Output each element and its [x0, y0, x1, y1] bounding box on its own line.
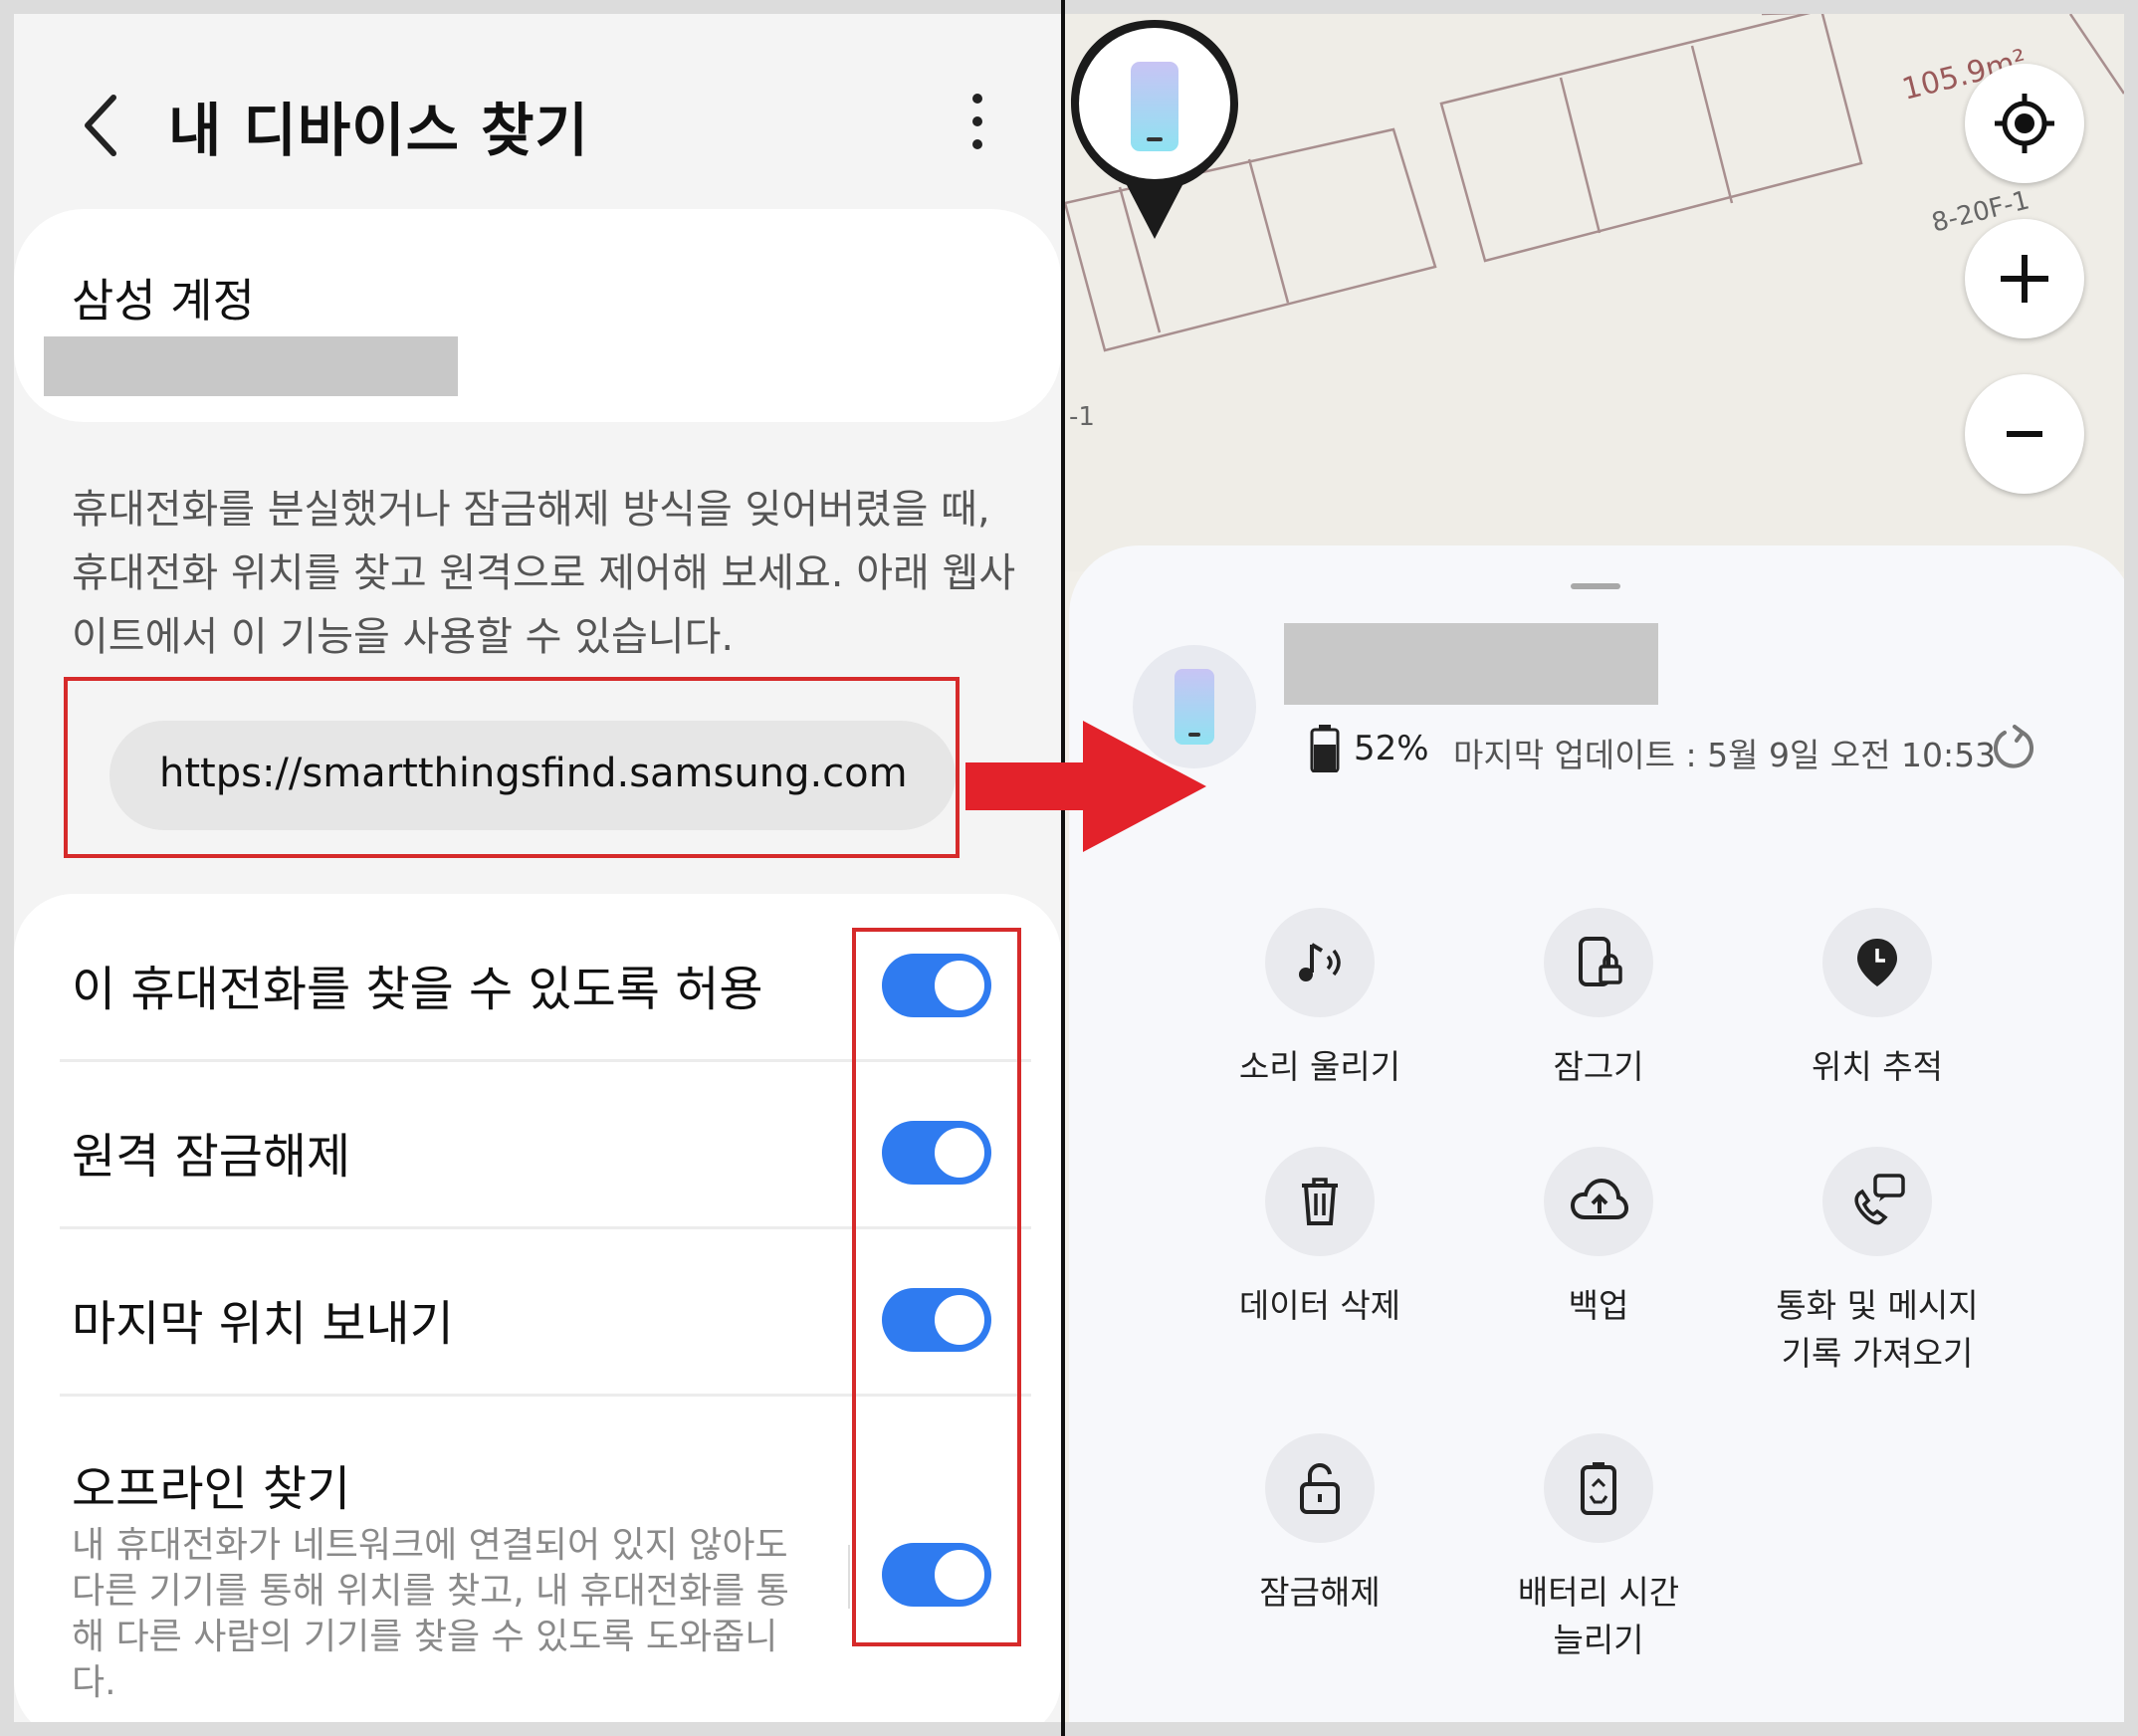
setting-label-remote-unlock: 원격 잠금해제: [72, 1129, 351, 1185]
cloud-upload-icon: [1570, 1178, 1628, 1219]
device-location-pin-icon[interactable]: [1065, 14, 1244, 263]
action-label: 백업: [1568, 1286, 1629, 1325]
battery-recycle-icon: [1581, 1462, 1616, 1515]
map-view[interactable]: 105.9m² 8-20F-1 -1: [1065, 14, 2124, 571]
feature-description: 휴대전화를 분실했거나 잠금해제 방식을 잊어버렸을 때, 휴대전화 위치를 찾…: [72, 487, 1016, 660]
plus-icon: [2001, 255, 2048, 303]
my-location-button[interactable]: [1965, 64, 2084, 183]
trash-icon: [1302, 1178, 1338, 1225]
screenshot-frame: 내 디바이스 찾기 삼성 계정 휴대전화를 분실했거나 잠금해제 방식을 잊어버…: [0, 0, 2138, 1736]
sheet-drag-handle[interactable]: [1571, 583, 1620, 589]
action-label: 잠금해제: [1259, 1573, 1381, 1612]
action-label: 통화 및 메시지 기록 가져오기: [1776, 1286, 1979, 1373]
action-label: 배터리 시간 늘리기: [1517, 1573, 1680, 1659]
phone-lock-icon: [1579, 937, 1622, 986]
action-play-sound[interactable]: 소리 울리기: [1180, 908, 1459, 1091]
call-message-icon: [1854, 1174, 1905, 1225]
unlock-icon: [1300, 1463, 1340, 1514]
samsung-account-card[interactable]: 삼성 계정: [14, 209, 1061, 422]
action-erase-data[interactable]: 데이터 삭제: [1180, 1147, 1459, 1330]
setting-label-allow-find: 이 휴대전화를 찾을 수 있도록 허용: [72, 962, 763, 1017]
redacted-account-email: [44, 336, 458, 396]
zoom-in-button[interactable]: [1965, 219, 2084, 338]
action-unlock[interactable]: 잠금해제: [1180, 1433, 1459, 1617]
setting-label-send-last-location: 마지막 위치 보내기: [72, 1296, 454, 1352]
toggles-highlight-box: [852, 928, 1021, 1646]
account-section-title: 삼성 계정: [72, 274, 255, 327]
action-retrieve-calls-messages[interactable]: 통화 및 메시지 기록 가져오기: [1738, 1147, 2017, 1378]
action-extend-battery[interactable]: 배터리 시간 늘리기: [1459, 1433, 1738, 1664]
crosshair-icon: [1995, 94, 2054, 153]
url-highlight-box: https://smartthingsfind.samsung.com: [64, 677, 960, 858]
page-title: 내 디바이스 찾기: [168, 97, 589, 164]
redacted-device-name: [1284, 623, 1658, 705]
device-bottom-sheet: 52% 마지막 업데이트 : 5월 9일 오전 10:53 소리 울리기 잠그기…: [1069, 545, 2124, 1722]
url-link[interactable]: https://smartthingsfind.samsung.com: [159, 751, 908, 796]
top-bar: 내 디바이스 찾기: [14, 14, 1061, 213]
map-edge-label: -1: [1069, 402, 1095, 432]
battery-level: 52%: [1354, 729, 1429, 768]
action-label: 소리 울리기: [1238, 1047, 1401, 1086]
find-device-screen: 105.9m² 8-20F-1 -1 52% 마지막 업데이트: 5월 9일 …: [1065, 14, 2124, 1722]
location-clock-icon: [1857, 939, 1897, 986]
red-arrow-icon: [965, 721, 1206, 852]
action-backup[interactable]: 백업: [1459, 1147, 1738, 1330]
refresh-icon[interactable]: [1989, 723, 2038, 772]
more-options-icon[interactable]: [965, 94, 989, 163]
action-label: 잠그기: [1553, 1047, 1644, 1086]
action-track-location[interactable]: 위치 추적: [1738, 908, 2017, 1091]
music-note-icon: [1299, 943, 1341, 981]
url-link-pill[interactable]: https://smartthingsfind.samsung.com: [109, 721, 956, 830]
setting-sublabel-offline-finding: 내 휴대전화가 네트워크에 연결되어 있지 않아도 다른 기기를 통해 위치를 …: [72, 1525, 789, 1703]
settings-screen: 내 디바이스 찾기 삼성 계정 휴대전화를 분실했거나 잠금해제 방식을 잊어버…: [14, 14, 1061, 1722]
vertical-separator: [848, 1545, 850, 1609]
action-label: 위치 추적: [1812, 1047, 1943, 1086]
minus-icon: [2007, 431, 2042, 437]
last-update-time: 마지막 업데이트 : 5월 9일 오전 10:53: [1453, 736, 1997, 774]
action-lock[interactable]: 잠그기: [1459, 908, 1738, 1091]
back-arrow-icon[interactable]: [74, 86, 133, 165]
battery-icon: [1310, 725, 1340, 772]
action-label: 데이터 삭제: [1238, 1286, 1401, 1325]
setting-label-offline-finding: 오프라인 찾기: [72, 1461, 351, 1517]
zoom-out-button[interactable]: [1965, 374, 2084, 494]
